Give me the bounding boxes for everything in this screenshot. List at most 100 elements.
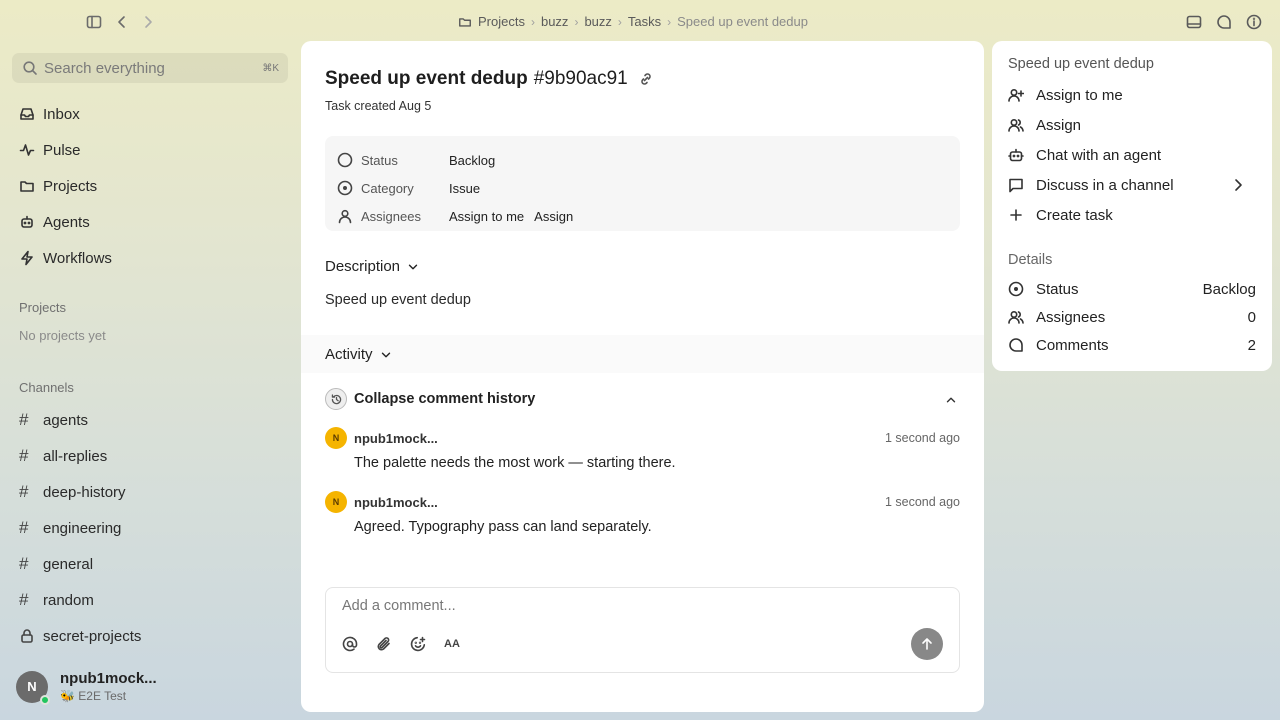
nav-item-agents[interactable]: Agents	[19, 204, 112, 240]
comment-text: The palette needs the most work — starti…	[354, 455, 676, 471]
breadcrumb-separator: ›	[574, 14, 579, 29]
detail-value: 0	[1247, 308, 1256, 326]
link-icon[interactable]	[638, 71, 654, 87]
action-label: Assign to me	[1036, 86, 1123, 104]
channel-item[interactable]: # agents	[19, 402, 141, 438]
action-label: Create task	[1036, 206, 1113, 224]
collapse-history-button[interactable]: Collapse comment history	[325, 388, 535, 410]
sidebar-toggle-icon[interactable]	[86, 14, 102, 30]
description-toggle[interactable]: Description	[325, 258, 420, 275]
chevron-up-icon[interactable]	[944, 393, 958, 407]
forward-icon[interactable]	[140, 14, 156, 30]
create-task-action[interactable]: Create task	[1008, 200, 1258, 230]
comment-text: Agreed. Typography pass can land separat…	[354, 519, 652, 535]
panel-toggle-icon[interactable]	[1186, 14, 1202, 30]
paperclip-icon[interactable]	[376, 636, 392, 652]
breadcrumb-item[interactable]: Tasks	[628, 14, 661, 29]
main-nav: Inbox Pulse Projects Agents Workflows	[19, 96, 112, 276]
channel-item[interactable]: secret-projects	[19, 618, 141, 654]
user-profile[interactable]: N npub1mock... 🐝 E2E Test	[16, 670, 157, 705]
hash-icon: #	[19, 410, 29, 429]
status-value[interactable]: Backlog	[449, 153, 495, 168]
emoji-add-icon[interactable]	[410, 636, 426, 652]
description-heading: Description	[325, 258, 401, 275]
channel-label: deep-history	[43, 483, 126, 501]
channel-item[interactable]: # random	[19, 582, 141, 618]
task-created: Task created Aug 5	[325, 99, 432, 113]
detail-comments: Comments 2	[1008, 331, 1256, 359]
sidebar: ⌘K Inbox Pulse Projects Agents	[0, 44, 300, 720]
detail-label: Comments	[1036, 336, 1109, 354]
hash-icon: #	[19, 554, 29, 573]
property-status[interactable]: Status Backlog	[337, 146, 948, 174]
mention-icon[interactable]	[342, 636, 358, 652]
comment-time: 1 second ago	[884, 431, 960, 445]
task-id: #9b90ac91	[533, 68, 628, 89]
assign-to-me-action[interactable]: Assign to me	[1008, 80, 1258, 110]
comment-time: 1 second ago	[884, 495, 960, 509]
status-circle-icon	[337, 152, 353, 168]
projects-folder-icon	[458, 15, 472, 29]
nav-item-projects[interactable]: Projects	[19, 168, 112, 204]
breadcrumb-separator: ›	[530, 14, 535, 29]
comment: N npub1mock... 1 second ago The palette …	[325, 427, 960, 471]
breadcrumb-item[interactable]: buzz	[584, 14, 611, 29]
comment-icon	[1008, 337, 1036, 353]
chevron-right-icon	[1230, 177, 1258, 193]
channel-item[interactable]: # general	[19, 546, 141, 582]
comment-author[interactable]: npub1mock...	[354, 431, 438, 446]
channel-label: engineering	[43, 519, 122, 537]
property-label: Assignees	[361, 208, 421, 224]
property-label: Status	[361, 152, 398, 168]
search-box[interactable]: ⌘K	[12, 53, 288, 83]
avatar: N	[325, 427, 347, 449]
comment: N npub1mock... 1 second ago Agreed. Typo…	[325, 491, 960, 535]
property-category[interactable]: Category Issue	[337, 174, 948, 202]
lock-icon	[19, 628, 43, 644]
composer-tools: AA	[342, 636, 462, 652]
user-plus-icon	[1008, 87, 1036, 103]
category-value[interactable]: Issue	[449, 181, 480, 196]
comment-input[interactable]	[342, 598, 902, 614]
detail-label: Assignees	[1036, 308, 1106, 326]
search-input[interactable]	[44, 59, 254, 77]
top-right-tools	[1186, 14, 1262, 30]
breadcrumb-item[interactable]: Projects	[478, 14, 525, 29]
chat-icon[interactable]	[1216, 14, 1232, 30]
online-status-indicator	[40, 694, 50, 705]
assign-to-me-button[interactable]: Assign to me	[449, 209, 524, 224]
users-icon	[1008, 117, 1036, 133]
arrow-up-icon	[919, 636, 935, 652]
projects-empty-note: No projects yet	[19, 328, 106, 343]
assign-action[interactable]: Assign	[1008, 110, 1258, 140]
nav-item-workflows[interactable]: Workflows	[19, 240, 112, 276]
panel-actions: Assign to me Assign Chat with an agent D…	[1008, 80, 1258, 230]
nav-item-inbox[interactable]: Inbox	[19, 96, 112, 132]
bot-icon	[1008, 147, 1036, 163]
text-format-button[interactable]: AA	[444, 638, 462, 650]
projects-icon	[19, 178, 35, 194]
chat-agent-action[interactable]: Chat with an agent	[1008, 140, 1258, 170]
activity-toggle[interactable]: Activity	[325, 346, 393, 363]
history-icon	[325, 388, 347, 410]
send-button[interactable]	[911, 628, 943, 660]
chevron-down-icon	[406, 260, 420, 274]
comment-author[interactable]: npub1mock...	[354, 495, 438, 510]
discuss-channel-action[interactable]: Discuss in a channel	[1008, 170, 1258, 200]
detail-value: 2	[1247, 336, 1256, 354]
breadcrumb: Projects › buzz › buzz › Tasks › Speed u…	[458, 14, 808, 29]
user-name: npub1mock...	[60, 670, 157, 687]
message-square-icon	[1008, 177, 1036, 193]
inbox-icon	[19, 106, 35, 122]
nav-item-pulse[interactable]: Pulse	[19, 132, 112, 168]
channel-item[interactable]: # deep-history	[19, 474, 141, 510]
action-label: Chat with an agent	[1036, 146, 1162, 164]
channel-label: secret-projects	[43, 627, 142, 645]
assign-button[interactable]: Assign	[534, 209, 573, 224]
breadcrumb-item[interactable]: buzz	[541, 14, 568, 29]
info-icon[interactable]	[1246, 14, 1262, 30]
back-icon[interactable]	[114, 14, 130, 30]
detail-label: Status	[1036, 280, 1079, 298]
channel-item[interactable]: # engineering	[19, 510, 141, 546]
channel-item[interactable]: # all-replies	[19, 438, 141, 474]
